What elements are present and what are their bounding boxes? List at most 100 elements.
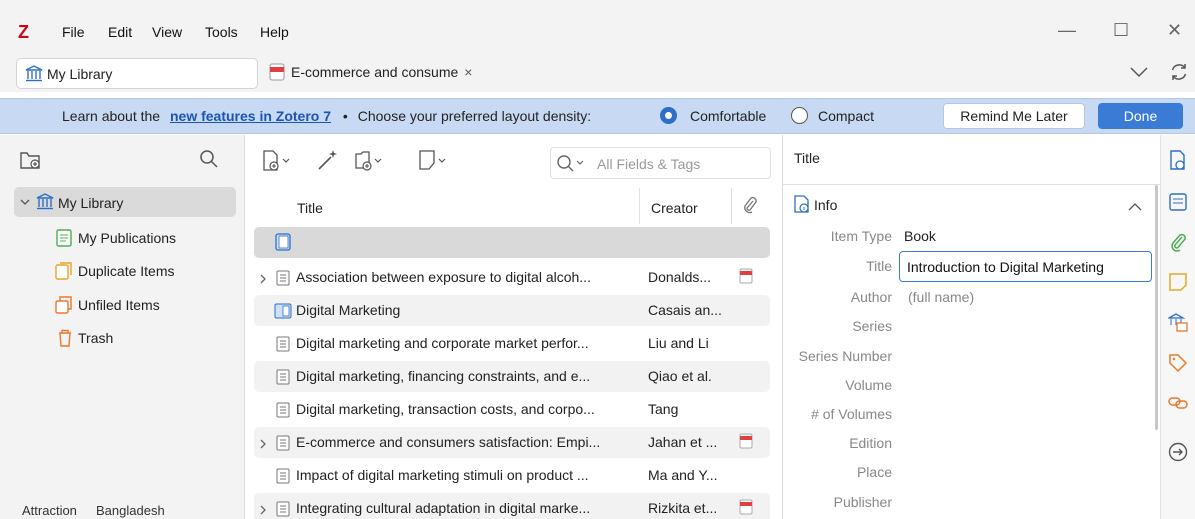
table-row[interactable]: E-commerce and consumers satisfaction: E… bbox=[254, 427, 770, 458]
table-row[interactable]: Digital marketing, transaction costs, an… bbox=[254, 394, 770, 425]
menu-file[interactable]: File bbox=[62, 24, 85, 40]
new-item-icon[interactable] bbox=[262, 150, 292, 175]
row-creator: Jahan et ... bbox=[648, 434, 718, 450]
search-field[interactable]: All Fields & Tags bbox=[550, 147, 771, 179]
table-row[interactable]: Digital Marketing Casais an... bbox=[254, 295, 770, 326]
pdf-icon bbox=[268, 63, 286, 84]
tag-bangladesh[interactable]: Bangladesh bbox=[96, 503, 165, 518]
expand-chevron-icon[interactable] bbox=[259, 272, 267, 288]
new-collection-icon[interactable] bbox=[20, 150, 42, 173]
table-row[interactable]: Association between exposure to digital … bbox=[254, 262, 770, 293]
row-creator: Ma and Y... bbox=[648, 467, 718, 483]
field-title-input[interactable] bbox=[899, 251, 1152, 282]
field-volume-label: Volume bbox=[845, 377, 892, 393]
banner-bullet: • bbox=[342, 108, 348, 124]
banner-text: Learn about the new features in Zotero 7… bbox=[62, 108, 591, 124]
compact-radio[interactable] bbox=[791, 107, 808, 124]
maximize-button[interactable]: ☐ bbox=[1113, 20, 1129, 41]
journal-article-icon bbox=[276, 369, 290, 388]
table-row[interactable]: Digital marketing, financing constraints… bbox=[254, 361, 770, 392]
banner-link[interactable]: new features in Zotero 7 bbox=[170, 108, 331, 124]
tag-attraction[interactable]: Attraction bbox=[22, 503, 77, 518]
locate-nav-icon[interactable] bbox=[1168, 442, 1188, 465]
item-pane-scrollbar[interactable] bbox=[1155, 185, 1158, 430]
related-nav-icon[interactable] bbox=[1168, 393, 1188, 416]
row-title: Digital Marketing bbox=[296, 302, 401, 318]
pdf-attachment-icon[interactable] bbox=[739, 268, 753, 287]
abstract-nav-icon[interactable] bbox=[1168, 193, 1188, 214]
library-icon bbox=[36, 193, 54, 213]
unfiled-items-icon bbox=[55, 296, 73, 317]
row-title: Digital marketing, financing constraints… bbox=[296, 368, 591, 384]
info-section-title: Info bbox=[814, 197, 838, 213]
attachment-column-icon[interactable] bbox=[742, 196, 758, 217]
info-section-icon bbox=[793, 195, 811, 216]
column-divider bbox=[731, 188, 732, 224]
expand-chevron-icon[interactable] bbox=[259, 437, 267, 453]
table-row[interactable]: Integrating cultural adaptation in digit… bbox=[254, 493, 770, 519]
new-collection-item-icon[interactable] bbox=[354, 150, 384, 175]
table-row[interactable]: Impact of digital marketing stimuli on p… bbox=[254, 460, 770, 491]
collection-duplicate-items[interactable]: Duplicate Items bbox=[78, 263, 174, 279]
comfortable-label[interactable]: Comfortable bbox=[690, 108, 766, 124]
field-series-label: Series bbox=[852, 318, 892, 334]
column-divider bbox=[639, 188, 640, 224]
tab-document-label: E-commerce and consume bbox=[291, 64, 459, 80]
field-place-label: Place bbox=[856, 464, 892, 480]
collection-unfiled-items[interactable]: Unfiled Items bbox=[78, 297, 160, 313]
row-creator: Casais an... bbox=[648, 302, 722, 318]
sync-icon[interactable] bbox=[1169, 62, 1189, 85]
attachments-nav-icon[interactable] bbox=[1169, 232, 1189, 255]
libraries-collections-nav-icon[interactable] bbox=[1166, 312, 1188, 335]
magic-wand-icon[interactable] bbox=[316, 148, 340, 175]
chevron-down-icon[interactable] bbox=[1129, 65, 1149, 82]
table-row[interactable]: Digital marketing and corporate market p… bbox=[254, 328, 770, 359]
compact-label[interactable]: Compact bbox=[818, 108, 874, 124]
banner-prefix: Learn about the bbox=[62, 108, 161, 124]
menu-edit[interactable]: Edit bbox=[108, 24, 132, 40]
menu-tools[interactable]: Tools bbox=[205, 24, 238, 40]
journal-article-icon bbox=[276, 501, 290, 519]
close-window-button[interactable]: ✕ bbox=[1167, 20, 1182, 41]
comfortable-radio[interactable] bbox=[660, 107, 677, 124]
expand-chevron-icon[interactable] bbox=[259, 503, 267, 519]
remind-later-button[interactable]: Remind Me Later bbox=[943, 103, 1085, 129]
minimize-button[interactable]: — bbox=[1058, 20, 1076, 41]
column-creator[interactable]: Creator bbox=[651, 200, 698, 216]
column-title[interactable]: Title bbox=[297, 200, 323, 216]
tab-document[interactable]: E-commerce and consume × bbox=[291, 64, 472, 80]
field-num-volumes-label: # of Volumes bbox=[811, 406, 892, 422]
table-row[interactable] bbox=[254, 227, 770, 258]
notes-nav-icon[interactable] bbox=[1168, 272, 1188, 295]
collection-trash[interactable]: Trash bbox=[78, 330, 113, 346]
collapse-chevron-icon[interactable] bbox=[1128, 199, 1142, 215]
field-author-value[interactable]: (full name) bbox=[908, 289, 974, 305]
journal-article-icon bbox=[276, 468, 290, 487]
info-nav-icon[interactable] bbox=[1168, 150, 1188, 173]
tab-my-library-label: My Library bbox=[47, 66, 113, 82]
tags-nav-icon[interactable] bbox=[1168, 353, 1188, 376]
journal-article-icon bbox=[276, 270, 290, 289]
expand-chevron-icon[interactable] bbox=[20, 194, 30, 210]
field-title-label: Title bbox=[866, 258, 892, 274]
pdf-attachment-icon[interactable] bbox=[739, 499, 753, 518]
menu-help[interactable]: Help bbox=[260, 24, 289, 40]
row-creator: Tang bbox=[648, 401, 679, 417]
row-creator: Donalds... bbox=[648, 269, 712, 285]
menu-view[interactable]: View bbox=[152, 24, 182, 40]
row-title: Digital marketing and corporate market p… bbox=[296, 335, 589, 351]
pdf-attachment-icon[interactable] bbox=[739, 433, 753, 452]
search-placeholder: All Fields & Tags bbox=[597, 156, 701, 172]
tab-my-library[interactable]: My Library bbox=[16, 58, 258, 89]
book-icon bbox=[274, 303, 292, 322]
search-icon[interactable] bbox=[199, 149, 219, 172]
collection-my-publications[interactable]: My Publications bbox=[78, 230, 176, 246]
row-creator: Qiao et al. bbox=[648, 368, 712, 384]
note-icon[interactable] bbox=[418, 150, 448, 175]
row-title: Integrating cultural adaptation in digit… bbox=[296, 500, 591, 516]
duplicate-items-icon bbox=[55, 262, 73, 283]
done-button[interactable]: Done bbox=[1098, 103, 1183, 129]
search-icon bbox=[556, 154, 586, 177]
field-item-type-value[interactable]: Book bbox=[904, 228, 936, 244]
tab-close-icon[interactable]: × bbox=[464, 64, 472, 80]
